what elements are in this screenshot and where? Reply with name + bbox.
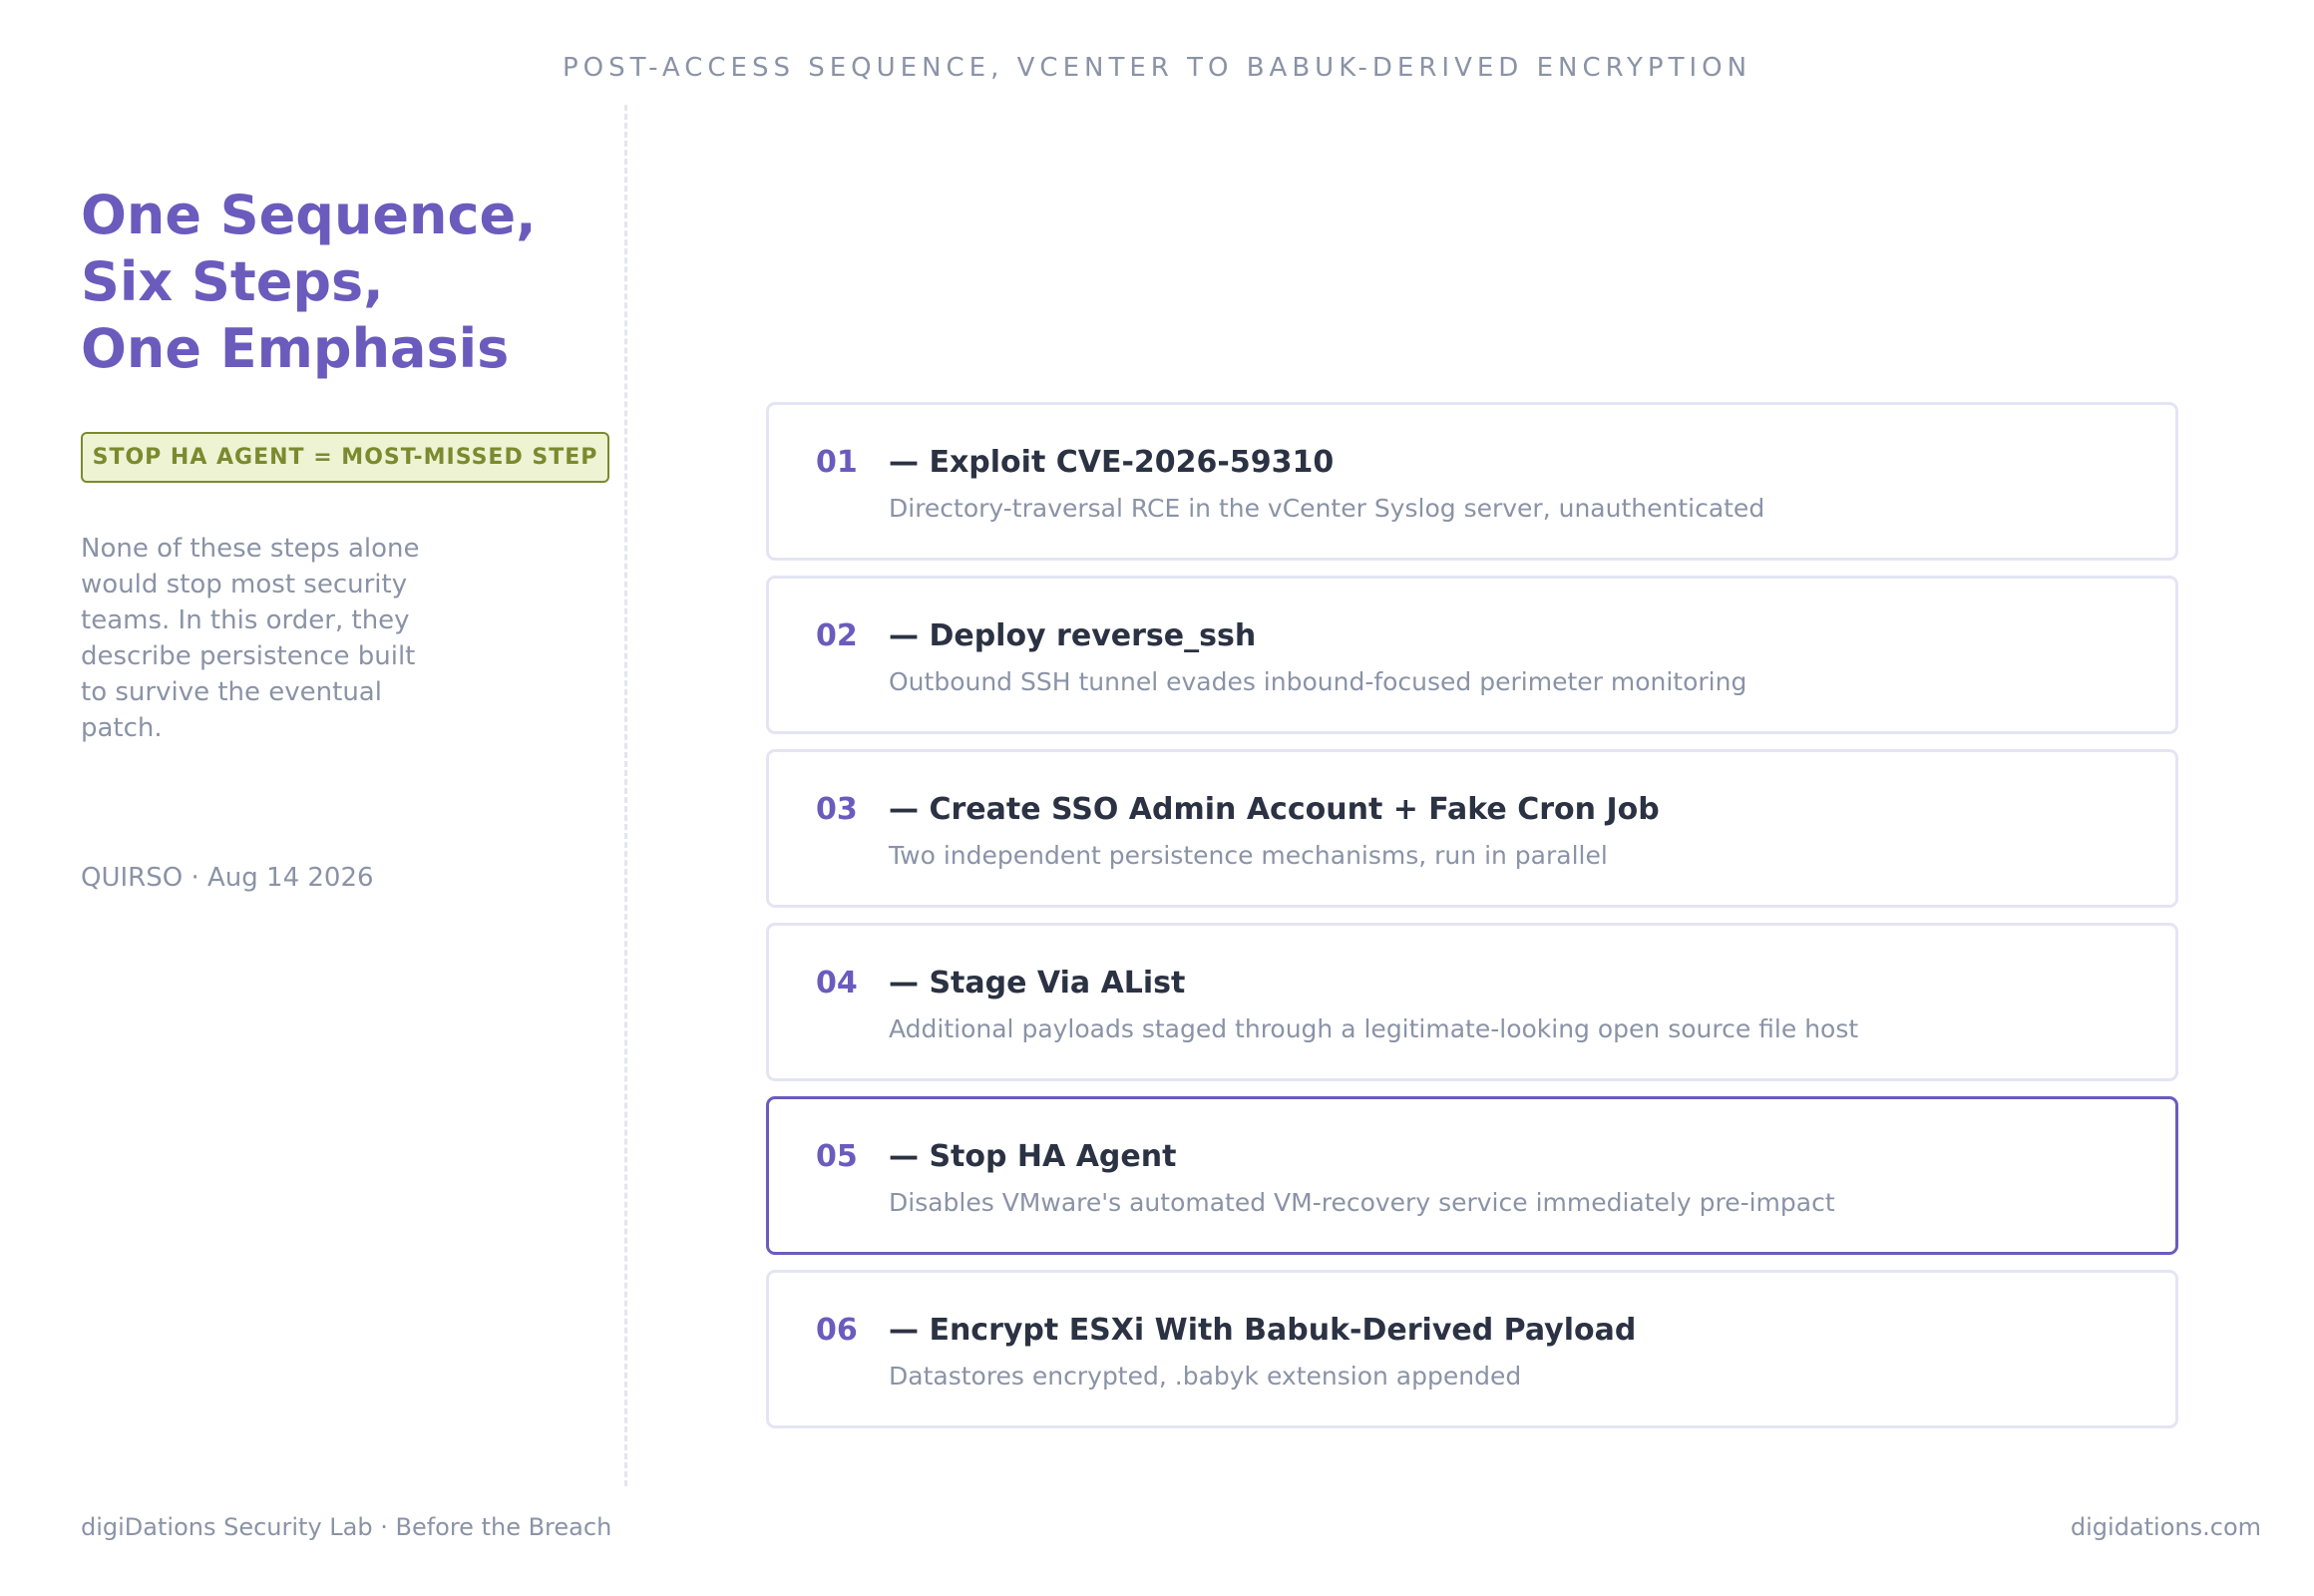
step-title: — Stage Via AList [889, 966, 1186, 1000]
step-number: 05 [816, 1139, 858, 1174]
step-title: — Exploit CVE-2026-59310 [889, 445, 1335, 480]
top-caption: POST-ACCESS SEQUENCE, VCENTER TO BABUK-D… [562, 53, 1752, 83]
step-description: Additional payloads staged through a leg… [889, 1014, 1859, 1043]
step-card-05: 05 — Stop HA Agent Disables VMware's aut… [766, 1096, 2178, 1255]
title-line-3: One Emphasis [81, 317, 510, 380]
step-description: Two independent persistence mechanisms, … [889, 841, 1608, 870]
step-number: 04 [816, 966, 858, 1000]
step-title: — Stop HA Agent [889, 1139, 1177, 1174]
step-list: 01 — Exploit CVE-2026-59310 Directory-tr… [766, 402, 2178, 1443]
step-card-03: 03 — Create SSO Admin Account + Fake Cro… [766, 749, 2178, 908]
step-number: 01 [816, 445, 858, 480]
step-title: — Create SSO Admin Account + Fake Cron J… [889, 792, 1660, 827]
step-number: 06 [816, 1313, 858, 1348]
footer-credit: digiDations Security Lab · Before the Br… [81, 1513, 612, 1541]
footer-website: digidations.com [2070, 1513, 2261, 1541]
step-card-06: 06 — Encrypt ESXi With Babuk-Derived Pay… [766, 1270, 2178, 1428]
step-description: Directory-traversal RCE in the vCenter S… [889, 494, 1765, 523]
step-card-04: 04 — Stage Via AList Additional payloads… [766, 923, 2178, 1081]
step-number: 03 [816, 792, 858, 827]
author-date-line: QUIRSO · Aug 14 2026 [81, 863, 374, 893]
emphasis-badge: STOP HA AGENT = MOST-MISSED STEP [81, 432, 609, 483]
step-title: — Deploy reverse_ssh [889, 618, 1257, 653]
page-title: One Sequence, Six Steps, One Emphasis [81, 182, 537, 382]
step-card-01: 01 — Exploit CVE-2026-59310 Directory-tr… [766, 402, 2178, 561]
step-description: Datastores encrypted, .babyk extension a… [889, 1362, 1522, 1391]
step-number: 02 [816, 618, 858, 653]
step-card-02: 02 — Deploy reverse_ssh Outbound SSH tun… [766, 576, 2178, 734]
title-line-1: One Sequence, [81, 184, 537, 246]
sidebar-description: None of these steps alone would stop mos… [81, 534, 420, 743]
step-title: — Encrypt ESXi With Babuk-Derived Payloa… [889, 1313, 1637, 1348]
step-description: Disables VMware's automated VM-recovery … [889, 1188, 1835, 1217]
vertical-divider [624, 105, 627, 1486]
step-description: Outbound SSH tunnel evades inbound-focus… [889, 667, 1747, 696]
title-line-2: Six Steps, [81, 250, 384, 313]
